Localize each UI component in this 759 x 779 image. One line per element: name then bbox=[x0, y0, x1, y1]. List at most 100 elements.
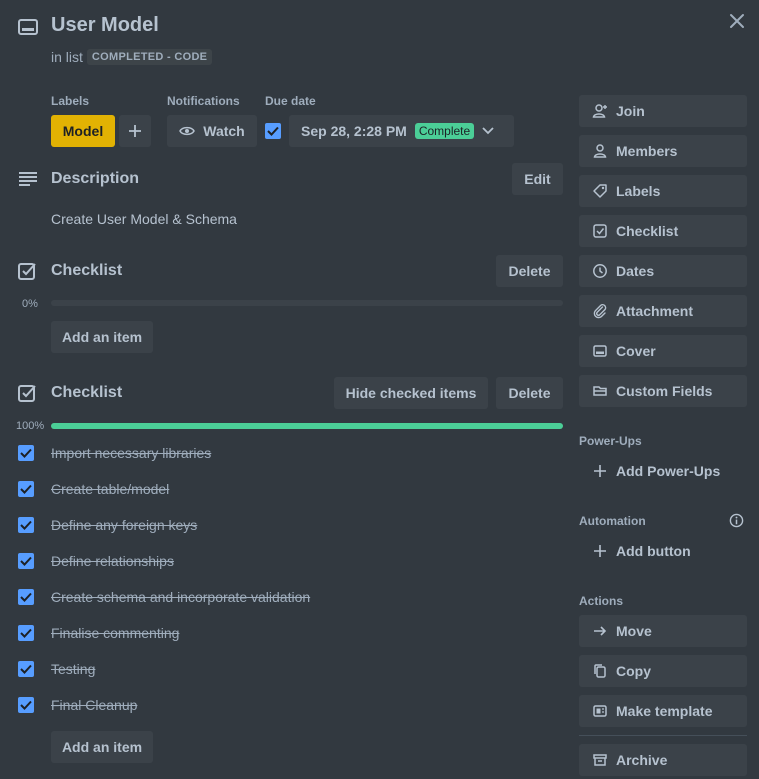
item-checkbox[interactable] bbox=[18, 589, 34, 605]
checklist-item[interactable]: Testing bbox=[18, 659, 95, 679]
checklist-item[interactable]: Define relationships bbox=[18, 551, 174, 571]
person-add-icon bbox=[592, 103, 608, 119]
action-make-template-label: Make template bbox=[616, 703, 713, 719]
plus-icon bbox=[592, 543, 608, 559]
add-automation-button[interactable]: Add button bbox=[579, 535, 747, 567]
sidebar-labels-button[interactable]: Labels bbox=[579, 175, 747, 207]
sidebar-join-button[interactable]: Join bbox=[579, 95, 747, 127]
action-copy-button[interactable]: Copy bbox=[579, 655, 747, 687]
action-copy-label: Copy bbox=[616, 663, 651, 679]
checklist2-heading[interactable]: Checklist bbox=[51, 384, 122, 402]
description-icon bbox=[18, 171, 38, 187]
item-text[interactable]: Create table/model bbox=[51, 481, 169, 497]
item-text[interactable]: Finalise commenting bbox=[51, 625, 179, 641]
item-checkbox[interactable] bbox=[18, 517, 34, 533]
checklist-icon bbox=[18, 262, 36, 280]
watch-button[interactable]: Watch bbox=[167, 115, 257, 147]
checklist1-progress-text: 0% bbox=[22, 298, 38, 310]
sidebar-members-button[interactable]: Members bbox=[579, 135, 747, 167]
arrow-right-icon bbox=[592, 623, 608, 639]
item-checkbox[interactable] bbox=[18, 553, 34, 569]
cover-icon bbox=[592, 343, 608, 359]
labels-heading: Labels bbox=[51, 94, 90, 108]
description-heading: Description bbox=[51, 170, 140, 187]
due-date-text: Sep 28, 2:28 PM bbox=[301, 123, 407, 139]
action-make-template-button[interactable]: Make template bbox=[579, 695, 747, 727]
checklist1-progress-bar bbox=[51, 300, 563, 306]
checklist-item[interactable]: Create table/model bbox=[18, 479, 169, 499]
add-label-button[interactable] bbox=[119, 115, 151, 147]
action-archive-button[interactable]: Archive bbox=[579, 744, 747, 776]
sidebar-dates-label: Dates bbox=[616, 263, 655, 279]
due-date-button[interactable]: Sep 28, 2:28 PM Complete bbox=[289, 115, 514, 147]
checklist-item[interactable]: Finalise commenting bbox=[18, 623, 179, 643]
hide-checked-items-button[interactable]: Hide checked items bbox=[334, 377, 488, 409]
action-move-button[interactable]: Move bbox=[579, 615, 747, 647]
item-text[interactable]: Testing bbox=[51, 661, 95, 677]
card-icon bbox=[18, 19, 38, 35]
checklist-item[interactable]: Final Cleanup bbox=[18, 695, 137, 715]
template-icon bbox=[592, 703, 608, 719]
paperclip-icon bbox=[592, 303, 608, 319]
checklist2-add-item-button[interactable]: Add an item bbox=[51, 731, 153, 763]
sidebar-members-label: Members bbox=[616, 143, 678, 159]
sidebar-cover-label: Cover bbox=[616, 343, 656, 359]
sidebar-join-label: Join bbox=[616, 103, 645, 119]
actions-divider bbox=[579, 735, 747, 736]
action-archive-label: Archive bbox=[616, 752, 668, 768]
checklist-item[interactable]: Create schema and incorporate validation bbox=[18, 587, 310, 607]
checklist2-delete-button[interactable]: Delete bbox=[496, 377, 563, 409]
checklist-icon bbox=[592, 223, 608, 239]
plus-icon bbox=[592, 463, 608, 479]
plus-icon bbox=[128, 124, 142, 138]
archive-icon bbox=[592, 752, 608, 768]
eye-icon bbox=[179, 125, 196, 137]
item-text[interactable]: Create schema and incorporate validation bbox=[51, 589, 310, 605]
checklist1-delete-button[interactable]: Delete bbox=[496, 255, 563, 287]
checklist2-progress-text: 100% bbox=[16, 420, 45, 432]
close-icon[interactable] bbox=[728, 12, 746, 30]
checklist-icon bbox=[18, 384, 36, 402]
add-powerups-button[interactable]: Add Power-Ups bbox=[579, 455, 747, 487]
list-name-badge[interactable]: COMPLETED - CODE bbox=[86, 49, 213, 65]
notifications-heading: Notifications bbox=[167, 94, 240, 108]
checklist-item[interactable]: Import necessary libraries bbox=[18, 443, 211, 463]
sidebar-labels-label: Labels bbox=[616, 183, 661, 199]
description-text[interactable]: Create User Model & Schema bbox=[51, 211, 237, 227]
sidebar-dates-button[interactable]: Dates bbox=[579, 255, 747, 287]
label-chip[interactable]: Model bbox=[51, 115, 115, 147]
due-complete-checkbox[interactable] bbox=[265, 123, 281, 139]
checklist-item[interactable]: Define any foreign keys bbox=[18, 515, 197, 535]
item-text[interactable]: Define any foreign keys bbox=[51, 517, 197, 533]
item-checkbox[interactable] bbox=[18, 481, 34, 497]
item-checkbox[interactable] bbox=[18, 445, 34, 461]
item-checkbox[interactable] bbox=[18, 697, 34, 713]
sidebar-checklist-label: Checklist bbox=[616, 223, 679, 239]
checklist2-progress-fill bbox=[51, 423, 563, 429]
item-text[interactable]: Define relationships bbox=[51, 553, 174, 569]
add-powerups-label: Add Power-Ups bbox=[616, 463, 721, 479]
chevron-down-icon bbox=[482, 127, 494, 135]
checklist1-add-item-button[interactable]: Add an item bbox=[51, 321, 153, 353]
item-checkbox[interactable] bbox=[18, 625, 34, 641]
item-checkbox[interactable] bbox=[18, 661, 34, 677]
custom-fields-icon bbox=[592, 383, 608, 399]
edit-description-button[interactable]: Edit bbox=[512, 163, 563, 195]
sidebar-custom-fields-label: Custom Fields bbox=[616, 383, 713, 399]
powerups-heading: Power-Ups bbox=[579, 434, 642, 448]
card-title[interactable]: User Model bbox=[51, 14, 159, 37]
item-text[interactable]: Final Cleanup bbox=[51, 697, 137, 713]
sidebar-checklist-button[interactable]: Checklist bbox=[579, 215, 747, 247]
sidebar-cover-button[interactable]: Cover bbox=[579, 335, 747, 367]
info-icon[interactable] bbox=[729, 513, 744, 528]
checklist1-heading[interactable]: Checklist bbox=[51, 262, 122, 280]
in-list-prefix: in list bbox=[51, 49, 83, 65]
item-text[interactable]: Import necessary libraries bbox=[51, 445, 211, 461]
sidebar-custom-fields-button[interactable]: Custom Fields bbox=[579, 375, 747, 407]
list-info: in list COMPLETED - CODE bbox=[51, 49, 213, 65]
sidebar-attachment-button[interactable]: Attachment bbox=[579, 295, 747, 327]
automation-heading: Automation bbox=[579, 514, 646, 528]
actions-heading: Actions bbox=[579, 594, 624, 608]
action-move-label: Move bbox=[616, 623, 652, 639]
watch-label: Watch bbox=[203, 123, 245, 139]
